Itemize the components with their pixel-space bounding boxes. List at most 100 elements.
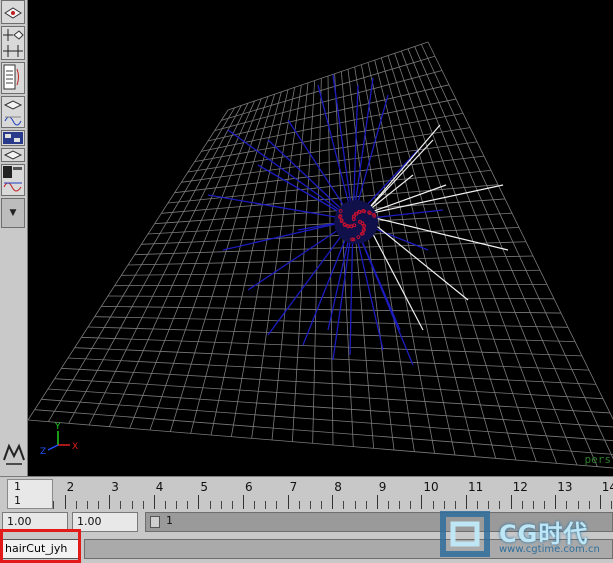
ground-grid xyxy=(28,41,613,469)
frame-subtick xyxy=(187,501,189,509)
frame-subtick xyxy=(98,501,100,509)
frame-subtick xyxy=(176,501,178,509)
frame-subtick xyxy=(131,501,133,509)
render-icon xyxy=(3,166,22,192)
frame-tick xyxy=(64,495,66,509)
frame-tick xyxy=(153,495,155,509)
scene-canvas[interactable]: Y X Z xyxy=(28,0,613,476)
frame-tick xyxy=(555,495,557,509)
current-frame-value: 1 xyxy=(14,480,21,493)
tool-shelf: ▼ xyxy=(0,0,28,476)
snap-tool-button[interactable] xyxy=(1,26,25,60)
frame-tick-label: 4 xyxy=(155,480,164,494)
frame-tick xyxy=(421,495,423,509)
dropdown-arrow-icon: ▼ xyxy=(9,208,17,218)
frame-tick xyxy=(510,495,512,509)
frame-tick-label: 12 xyxy=(512,480,528,494)
range-value: 1 xyxy=(166,514,173,527)
grid-tool-button[interactable] xyxy=(1,148,25,162)
current-frame-sub: 1 xyxy=(14,494,21,507)
watermark-url: www.cgtime.com.cn xyxy=(499,544,600,555)
z-axis-line xyxy=(47,444,59,451)
frame-tick xyxy=(332,495,334,509)
frame-tick xyxy=(376,495,378,509)
grid-line xyxy=(354,66,415,452)
hair-follicle-core[interactable] xyxy=(334,200,378,244)
plane-tool-button[interactable] xyxy=(1,0,25,24)
maya-logo-icon xyxy=(3,443,25,465)
frame-subtick xyxy=(354,501,356,509)
frame-tick-label: 13 xyxy=(557,480,573,494)
grid-line xyxy=(374,60,476,457)
highlight-annotation xyxy=(0,529,81,563)
frame-subtick xyxy=(432,501,434,509)
frame-tick-label: 10 xyxy=(423,480,439,494)
grid-line xyxy=(360,64,436,454)
watermark-logo-icon xyxy=(440,511,490,557)
frame-subtick xyxy=(399,501,401,509)
playback-start-field[interactable]: 1.00 xyxy=(72,512,138,532)
frame-subtick xyxy=(365,501,367,509)
frame-tick xyxy=(198,495,200,509)
grid-icon xyxy=(3,150,23,160)
curve-tool-button[interactable] xyxy=(1,96,25,128)
graph-icon xyxy=(3,132,23,144)
range-handle[interactable] xyxy=(150,516,160,528)
frame-subtick xyxy=(209,501,211,509)
watermark: CG时代 www.cgtime.com.cn xyxy=(437,508,613,563)
frame-tick-label: 2 xyxy=(66,480,75,494)
frame-tick-label: 5 xyxy=(200,480,209,494)
frame-subtick xyxy=(75,501,77,509)
frame-tick-label: 11 xyxy=(468,480,484,494)
attribute-tool-button[interactable] xyxy=(1,62,25,94)
grid-line xyxy=(407,48,578,466)
frame-tick-label: 7 xyxy=(289,480,298,494)
frame-subtick xyxy=(410,501,412,509)
x-axis-label: X xyxy=(72,442,78,452)
render-tool-button[interactable] xyxy=(1,164,25,196)
frame-subtick xyxy=(298,501,300,509)
maya-window: ▼ Y X Z pers 234567891011121314 1 xyxy=(0,0,613,563)
z-axis-label: Z xyxy=(40,447,46,457)
perspective-viewport[interactable]: Y X Z pers xyxy=(28,0,613,476)
plane-icon xyxy=(4,7,22,19)
frame-subtick xyxy=(142,501,144,509)
axis-indicator: Y X Z xyxy=(40,422,78,457)
frame-tick xyxy=(599,495,601,509)
frame-tick-label: 6 xyxy=(245,480,253,494)
grid-line xyxy=(114,284,548,287)
attribute-icon xyxy=(3,64,19,90)
frame-subtick xyxy=(265,501,267,509)
frame-subtick xyxy=(254,501,256,509)
current-frame-marker[interactable]: 1 1 xyxy=(7,479,53,509)
grid-line xyxy=(414,46,598,467)
grid-line xyxy=(28,419,613,469)
snap-grid-icon xyxy=(3,29,24,57)
frame-tick xyxy=(109,495,111,509)
grid-line xyxy=(387,55,517,461)
frame-tick xyxy=(287,495,289,509)
frame-tick xyxy=(466,495,467,509)
frame-tick-label: 9 xyxy=(378,480,387,494)
shelf-expand-button[interactable]: ▼ xyxy=(1,198,25,228)
hair-strand xyxy=(227,129,354,221)
frame-subtick xyxy=(120,501,122,509)
graph-tool-button[interactable] xyxy=(1,130,25,146)
frame-subtick xyxy=(53,501,55,509)
frame-subtick xyxy=(309,501,311,509)
frame-subtick xyxy=(321,501,323,509)
y-axis-label: Y xyxy=(54,422,61,432)
time-slider[interactable]: 2 3 4 5 6 7 8 9 10 11 12 13 14 1 1 xyxy=(0,476,613,510)
frame-tick xyxy=(243,495,244,509)
frame-subtick xyxy=(164,501,166,509)
camera-label: pers xyxy=(584,453,612,466)
frame-tick-label: 3 xyxy=(111,480,119,494)
curve-plane-icon xyxy=(3,100,23,126)
frame-subtick xyxy=(220,501,222,509)
frame-tick-label: 14 xyxy=(601,480,613,494)
frame-subtick xyxy=(86,501,88,509)
frame-subtick xyxy=(231,501,233,509)
frame-subtick xyxy=(343,501,345,509)
frame-subtick xyxy=(276,501,278,509)
frame-tick-label: 8 xyxy=(334,480,342,494)
